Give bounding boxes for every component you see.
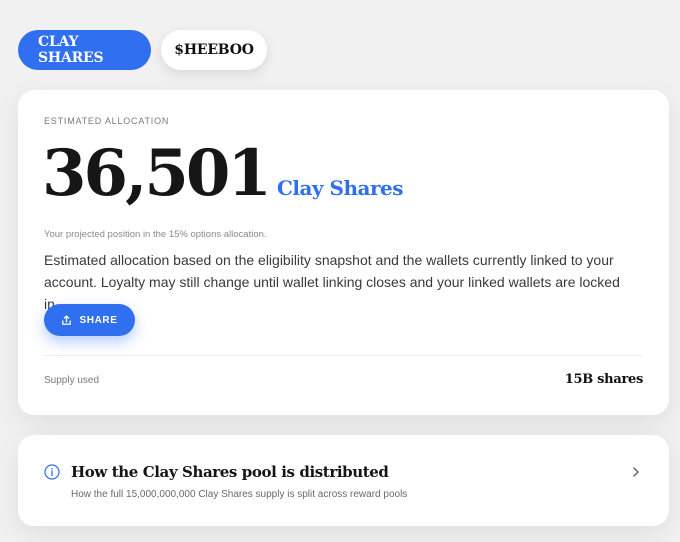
divider: [44, 355, 643, 356]
pool-title: How the Clay Shares pool is distributed: [71, 463, 389, 481]
info-icon: [44, 464, 60, 480]
supply-value: 15B shares: [564, 372, 644, 387]
allocation-amount: 36,501: [42, 136, 272, 211]
tab-bar: CLAY SHARES $HEEBOO: [18, 30, 267, 70]
share-label: SHARE: [79, 314, 118, 326]
allocation-card: ESTIMATED ALLOCATION 36,501 Clay Shares …: [18, 90, 669, 415]
allocation-amount-row: 36,501 Clay Shares: [42, 142, 403, 206]
allocation-subnote: Your projected position in the 15% optio…: [44, 229, 267, 240]
allocation-unit: Clay Shares: [276, 176, 404, 200]
tab-clay-shares[interactable]: CLAY SHARES: [18, 30, 151, 70]
supply-label: Supply used: [44, 375, 100, 386]
share-icon: [62, 314, 72, 325]
pool-subtitle: How the full 15,000,000,000 Clay Shares …: [71, 489, 408, 500]
tab-sheeboo[interactable]: $HEEBOO: [161, 30, 267, 70]
allocation-eyebrow: ESTIMATED ALLOCATION: [44, 116, 170, 126]
share-button[interactable]: SHARE: [44, 304, 135, 336]
allocation-description: Estimated allocation based on the eligib…: [44, 252, 620, 312]
pool-distribution-card[interactable]: How the Clay Shares pool is distributed …: [18, 435, 669, 526]
chevron-right-icon[interactable]: [631, 466, 641, 478]
